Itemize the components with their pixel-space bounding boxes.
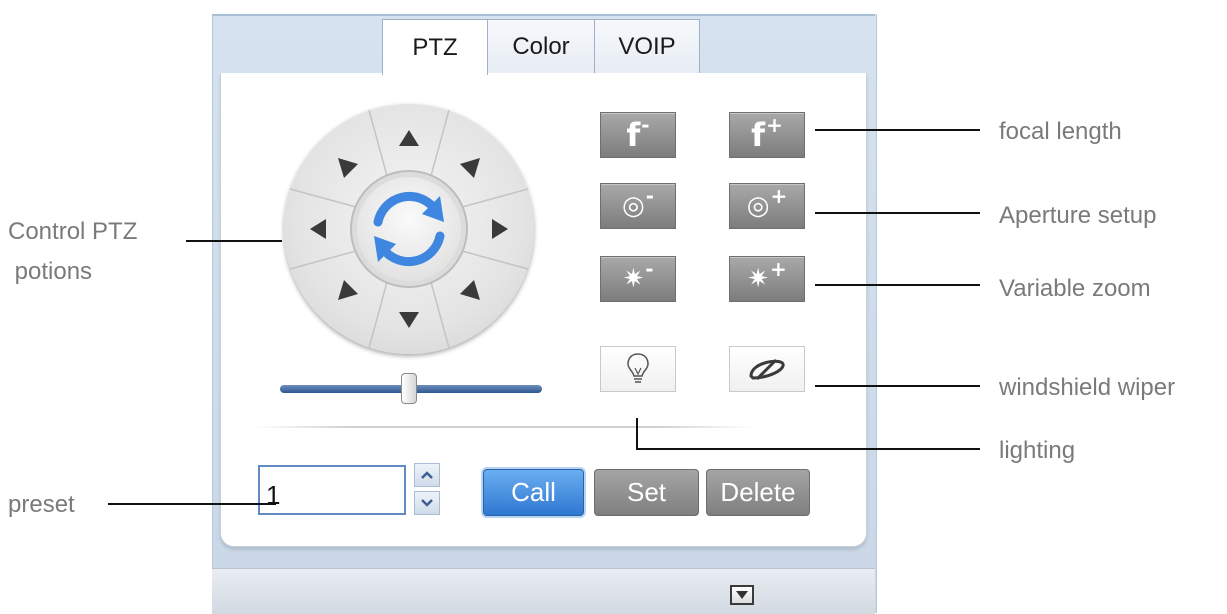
panel-bottom-bar xyxy=(212,568,875,614)
ptz-right-button[interactable] xyxy=(480,209,520,249)
focal-length-minus-icon: f xyxy=(626,116,641,154)
aperture-plus-button[interactable]: ◎ + xyxy=(729,183,805,229)
preset-call-button[interactable]: Call xyxy=(483,469,584,516)
ptz-left-button[interactable] xyxy=(298,209,338,249)
ptz-auto-rotate-icon[interactable] xyxy=(369,189,449,269)
plus-sign: + xyxy=(770,257,787,281)
plus-sign: + xyxy=(770,184,788,208)
aperture-plus-icon: ◎ xyxy=(746,191,770,221)
minus-sign: - xyxy=(645,184,654,208)
aperture-minus-icon: ◎ xyxy=(622,191,645,221)
preset-spin-down-button[interactable] xyxy=(414,491,440,515)
section-divider xyxy=(254,426,754,428)
lighting-button[interactable] xyxy=(600,346,676,392)
focal-length-plus-button[interactable]: f + xyxy=(729,112,805,158)
triangle-down-icon xyxy=(736,591,748,599)
plus-sign: + xyxy=(766,113,783,137)
callout-line-windshield-wiper xyxy=(815,385,980,387)
callout-line-preset xyxy=(108,503,276,505)
callout-line-variable-zoom xyxy=(815,284,980,286)
windshield-wiper-icon xyxy=(749,358,785,381)
tab-ptz[interactable]: PTZ xyxy=(382,19,488,75)
label-windshield-wiper: windshield wiper xyxy=(999,374,1176,401)
label-preset: preset xyxy=(8,491,75,518)
callout-line-focal-length xyxy=(815,129,980,131)
ptz-up-left-button[interactable] xyxy=(324,139,364,179)
minus-sign: - xyxy=(645,257,654,281)
preset-number-input[interactable] xyxy=(258,465,406,515)
callout-line-aperture xyxy=(815,212,980,214)
ptz-down-button[interactable] xyxy=(389,300,429,340)
preset-set-button[interactable]: Set xyxy=(594,469,699,516)
ptz-up-right-button[interactable] xyxy=(444,139,484,179)
ptz-down-right-button[interactable] xyxy=(444,276,484,316)
label-control-ptz-line2: potions xyxy=(8,258,93,285)
label-lighting: lighting xyxy=(999,437,1076,464)
label-variable-zoom: Variable zoom xyxy=(999,275,1151,302)
zoom-minus-button[interactable]: ✷ - xyxy=(600,256,676,302)
label-focal-length: focal length xyxy=(999,118,1122,145)
zoom-plus-button[interactable]: ✷ + xyxy=(729,256,805,302)
callout-line-lighting-vertical xyxy=(636,418,638,450)
panel-top-border xyxy=(212,14,875,16)
lightbulb-icon xyxy=(627,353,649,383)
ptz-down-left-button[interactable] xyxy=(324,276,364,316)
chevron-up-icon xyxy=(421,471,433,479)
aperture-minus-button[interactable]: ◎ - xyxy=(600,183,676,229)
chevron-down-icon xyxy=(421,499,433,507)
label-control-ptz: Control PTZ xyxy=(8,218,138,245)
ptz-speed-slider-thumb[interactable] xyxy=(401,373,417,404)
preset-delete-button[interactable]: Delete xyxy=(706,469,810,516)
ptz-up-button[interactable] xyxy=(389,118,429,158)
preset-spin-up-button[interactable] xyxy=(414,463,440,487)
label-aperture-setup: Aperture setup xyxy=(999,202,1157,229)
zoom-plus-icon: ✷ xyxy=(747,264,770,294)
expand-panel-button[interactable] xyxy=(730,585,754,605)
focal-length-plus-icon: f xyxy=(751,116,766,154)
ptz-direction-pad xyxy=(284,104,534,354)
callout-line-control-ptz xyxy=(186,240,282,242)
callout-line-lighting xyxy=(636,448,980,450)
minus-sign: - xyxy=(641,113,650,137)
tab-color[interactable]: Color xyxy=(487,19,595,73)
tab-voip[interactable]: VOIP xyxy=(594,19,700,73)
zoom-minus-icon: ✷ xyxy=(622,264,645,294)
windshield-wiper-button[interactable] xyxy=(729,346,805,392)
focal-length-minus-button[interactable]: f- xyxy=(600,112,676,158)
